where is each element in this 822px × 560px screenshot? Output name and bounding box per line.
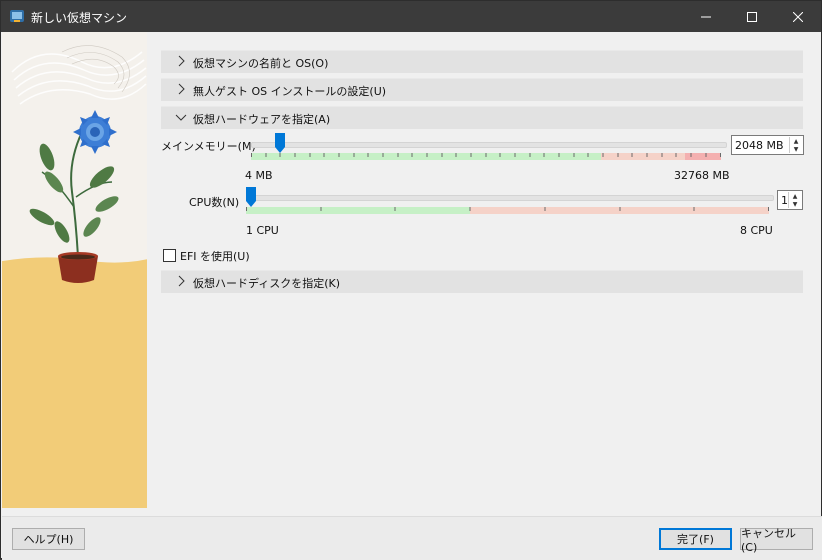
memory-slider-thumb[interactable] <box>275 133 285 153</box>
section-label: 無人ゲスト OS インストールの設定(U) <box>193 85 387 98</box>
memory-value[interactable]: 2048 MB <box>735 139 784 152</box>
efi-checkbox[interactable] <box>163 249 176 262</box>
spin-up-icon[interactable]: ▲ <box>789 192 801 200</box>
memory-slider-scale <box>251 153 721 160</box>
chevron-down-icon <box>175 114 187 121</box>
memory-slider-track[interactable] <box>251 142 727 148</box>
maximize-icon <box>747 11 757 22</box>
section-hard-disk[interactable]: 仮想ハードディスクを指定(K) <box>161 270 803 293</box>
cpu-spinbox[interactable]: 1 ▲ ▼ <box>777 190 803 210</box>
flower-pot-illustration <box>2 32 147 508</box>
section-unattended-install[interactable]: 無人ゲスト OS インストールの設定(U) <box>161 78 803 101</box>
cpu-slider-track[interactable] <box>246 195 774 201</box>
cancel-button[interactable]: キャンセル(C) <box>740 527 813 554</box>
memory-max-label: 32768 MB <box>674 169 730 182</box>
cpu-slider-thumb[interactable] <box>246 187 256 207</box>
cpu-slider-scale <box>246 207 769 214</box>
dialog-footer: ヘルプ(H) 完了(F) キャンセル(C) <box>2 516 822 560</box>
new-vm-dialog: 新しい仮想マシン 仮想マシンの名前と OS(O) 無人ゲスト OS インストール… <box>0 0 822 560</box>
wizard-content: 仮想マシンの名前と OS(O) 無人ゲスト OS インストールの設定(U) 仮想… <box>147 32 821 516</box>
section-hardware[interactable]: 仮想ハードウェアを指定(A) <box>161 106 803 129</box>
chevron-right-icon <box>178 83 185 95</box>
memory-spinbox[interactable]: 2048 MB ▲ ▼ <box>731 135 804 155</box>
section-label: 仮想ハードディスクを指定(K) <box>193 277 341 290</box>
efi-label[interactable]: EFI を使用(U) <box>180 248 250 264</box>
cpu-max-label: 8 CPU <box>740 224 773 237</box>
cpu-spin-arrows[interactable]: ▲ ▼ <box>788 192 801 208</box>
virtualbox-icon <box>10 10 24 22</box>
wizard-illustration <box>2 32 147 508</box>
help-button[interactable]: ヘルプ(H) <box>12 528 85 550</box>
minimize-icon <box>701 16 711 17</box>
close-button[interactable] <box>775 1 821 32</box>
close-icon <box>793 11 803 22</box>
spin-up-icon[interactable]: ▲ <box>790 137 802 145</box>
cpu-value[interactable]: 1 <box>781 194 788 207</box>
memory-label: メインメモリー(M) <box>161 140 256 153</box>
maximize-button[interactable] <box>729 1 775 32</box>
memory-spin-arrows[interactable]: ▲ ▼ <box>789 137 802 153</box>
chevron-right-icon <box>178 275 185 287</box>
finish-button[interactable]: 完了(F) <box>659 528 732 550</box>
minimize-button[interactable] <box>683 1 729 32</box>
chevron-right-icon <box>178 55 185 67</box>
spin-down-icon[interactable]: ▼ <box>789 200 801 208</box>
memory-min-label: 4 MB <box>245 169 273 182</box>
window-title: 新しい仮想マシン <box>31 11 128 25</box>
section-label: 仮想ハードウェアを指定(A) <box>193 113 331 126</box>
section-name-and-os[interactable]: 仮想マシンの名前と OS(O) <box>161 50 803 73</box>
spin-down-icon[interactable]: ▼ <box>790 145 802 153</box>
title-bar: 新しい仮想マシン <box>1 1 821 32</box>
cpu-label: CPU数(N) <box>189 196 240 209</box>
section-label: 仮想マシンの名前と OS(O) <box>193 57 329 70</box>
cpu-min-label: 1 CPU <box>246 224 279 237</box>
